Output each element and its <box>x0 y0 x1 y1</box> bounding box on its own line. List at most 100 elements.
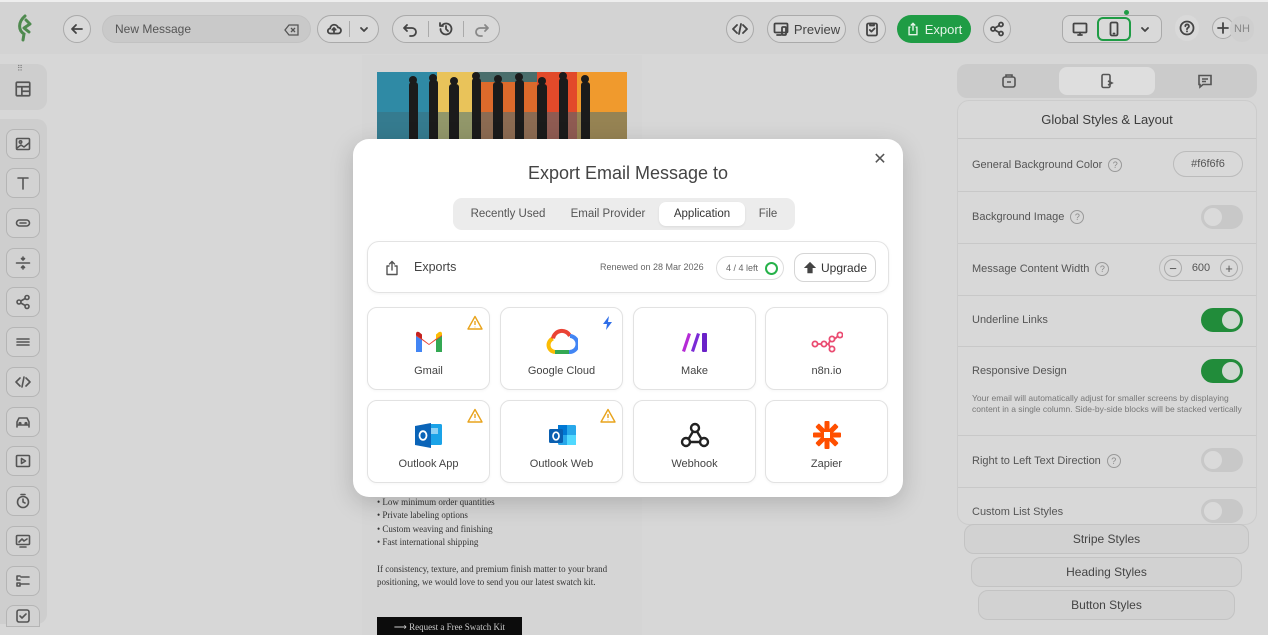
redo-button[interactable] <box>464 21 499 37</box>
share-button[interactable] <box>983 15 1011 43</box>
blocks-icon <box>1002 74 1016 88</box>
fashion-illustration <box>377 72 627 142</box>
desktop-view-button[interactable] <box>1063 21 1097 37</box>
exports-quota-bar: Exports Renewed on 28 Mar 2026 4 / 4 lef… <box>367 241 889 293</box>
app-card-outlook-web[interactable]: Outlook Web <box>500 400 623 483</box>
share-icon <box>990 21 1004 37</box>
history-button[interactable] <box>429 21 465 37</box>
gmail-icon <box>416 331 442 352</box>
help-button[interactable] <box>1175 15 1199 41</box>
rtl-toggle[interactable] <box>1201 448 1243 472</box>
responsive-label: Responsive Design <box>972 365 1067 377</box>
tab-comments[interactable] <box>1157 67 1253 95</box>
app-label: Outlook App <box>398 458 459 470</box>
app-label: n8n.io <box>811 365 842 377</box>
chevron-down-icon <box>1141 27 1149 32</box>
responsive-toggle[interactable] <box>1201 359 1243 383</box>
tab-application[interactable]: Application <box>659 202 745 226</box>
code-view-button[interactable] <box>726 15 754 43</box>
exports-label: Exports <box>414 260 457 274</box>
export-button[interactable]: Export <box>897 15 971 43</box>
bg-color-input[interactable]: #f6f6f6 <box>1173 151 1243 177</box>
app-card-webhook[interactable]: Webhook <box>633 400 756 483</box>
tab-file[interactable]: File <box>748 202 788 226</box>
underline-links-toggle[interactable] <box>1201 308 1243 332</box>
video-block-button[interactable] <box>6 446 40 476</box>
help-icon[interactable]: ? <box>1095 262 1110 276</box>
tab-recently-used[interactable]: Recently Used <box>458 202 558 226</box>
image-icon <box>15 137 31 151</box>
social-block-button[interactable] <box>6 287 40 317</box>
message-title-input[interactable]: New Message <box>102 15 311 43</box>
bg-image-label: Background Image <box>972 211 1065 223</box>
video-icon <box>15 454 31 468</box>
preview-button[interactable]: Preview <box>767 15 846 43</box>
device-options-button[interactable] <box>1131 21 1159 37</box>
export-share-icon <box>386 260 398 276</box>
tab-content[interactable] <box>961 67 1057 95</box>
webhook-icon <box>680 422 710 448</box>
warning-icon <box>600 408 616 423</box>
car-icon <box>16 417 30 428</box>
button-styles-section[interactable]: Button Styles <box>978 590 1235 620</box>
increment-button[interactable]: + <box>1219 259 1238 277</box>
bg-image-toggle[interactable] <box>1201 205 1243 229</box>
app-card-outlook-app[interactable]: Outlook App <box>367 400 490 483</box>
timer-block-button[interactable] <box>6 486 40 516</box>
checkbox-block-button[interactable] <box>6 605 40 627</box>
divider-block-button[interactable] <box>6 248 40 278</box>
save-options-button[interactable] <box>350 21 378 37</box>
avatar[interactable]: NH <box>1230 16 1254 42</box>
list-styles-toggle[interactable] <box>1201 499 1243 523</box>
mobile-view-button[interactable] <box>1097 17 1131 41</box>
undo-button[interactable] <box>393 21 429 37</box>
code-icon <box>15 376 31 388</box>
app-card-make[interactable]: Make <box>633 307 756 390</box>
heading-styles-section[interactable]: Heading Styles <box>971 557 1242 587</box>
spacer-icon <box>16 338 30 346</box>
swatch-kit-cta-button[interactable]: ⟶ Request a Free Swatch Kit <box>377 617 522 635</box>
app-label: Webhook <box>671 458 718 470</box>
content-width-row: Message Content Width? − 600 + <box>958 244 1256 296</box>
back-button[interactable] <box>63 15 91 43</box>
divider-icon <box>15 256 31 270</box>
drag-handle-icon[interactable]: ⠿ <box>17 65 24 73</box>
app-card-google-cloud[interactable]: Google Cloud <box>500 307 623 390</box>
warning-icon <box>467 315 483 330</box>
arrow-left-icon <box>71 24 83 34</box>
button-block-button[interactable] <box>6 208 40 238</box>
help-icon[interactable]: ? <box>1070 210 1085 224</box>
content-width-value[interactable]: 600 <box>1192 262 1210 274</box>
html-block-button[interactable] <box>6 367 40 397</box>
quota-ring-icon <box>765 262 778 275</box>
app-card-zapier[interactable]: Zapier <box>765 400 888 483</box>
tab-styles[interactable] <box>1059 67 1155 95</box>
hero-image[interactable] <box>377 72 627 142</box>
help-circle-icon <box>1179 20 1195 36</box>
image-block-button[interactable] <box>6 129 40 159</box>
cloud-upload-button[interactable] <box>318 21 350 37</box>
banner-icon <box>15 534 31 548</box>
export-category-tabs: Recently Used Email Provider Application… <box>453 198 795 230</box>
layout-blocks-button[interactable] <box>14 80 32 103</box>
content-width-stepper: − 600 + <box>1159 255 1243 281</box>
spacer-block-button[interactable] <box>6 327 40 357</box>
list-block-button[interactable] <box>6 566 40 596</box>
text-block-button[interactable] <box>6 168 40 198</box>
checklist-button[interactable] <box>858 15 886 43</box>
tab-email-provider[interactable]: Email Provider <box>560 202 656 226</box>
decrement-button[interactable]: − <box>1164 259 1182 277</box>
app-card-n8n[interactable]: n8n.io <box>765 307 888 390</box>
app-card-gmail[interactable]: Gmail <box>367 307 490 390</box>
quota-text: 4 / 4 left <box>726 263 759 273</box>
product-block-button[interactable] <box>6 407 40 437</box>
banner-block-button[interactable] <box>6 526 40 556</box>
upgrade-button[interactable]: Upgrade <box>794 253 876 282</box>
redo-icon <box>474 24 489 37</box>
help-icon[interactable]: ? <box>1108 158 1123 172</box>
stripe-styles-section[interactable]: Stripe Styles <box>964 524 1249 554</box>
zapier-icon <box>813 421 841 449</box>
clear-input-icon[interactable] <box>284 22 300 38</box>
outlook-icon <box>415 423 442 448</box>
help-icon[interactable]: ? <box>1106 454 1121 468</box>
